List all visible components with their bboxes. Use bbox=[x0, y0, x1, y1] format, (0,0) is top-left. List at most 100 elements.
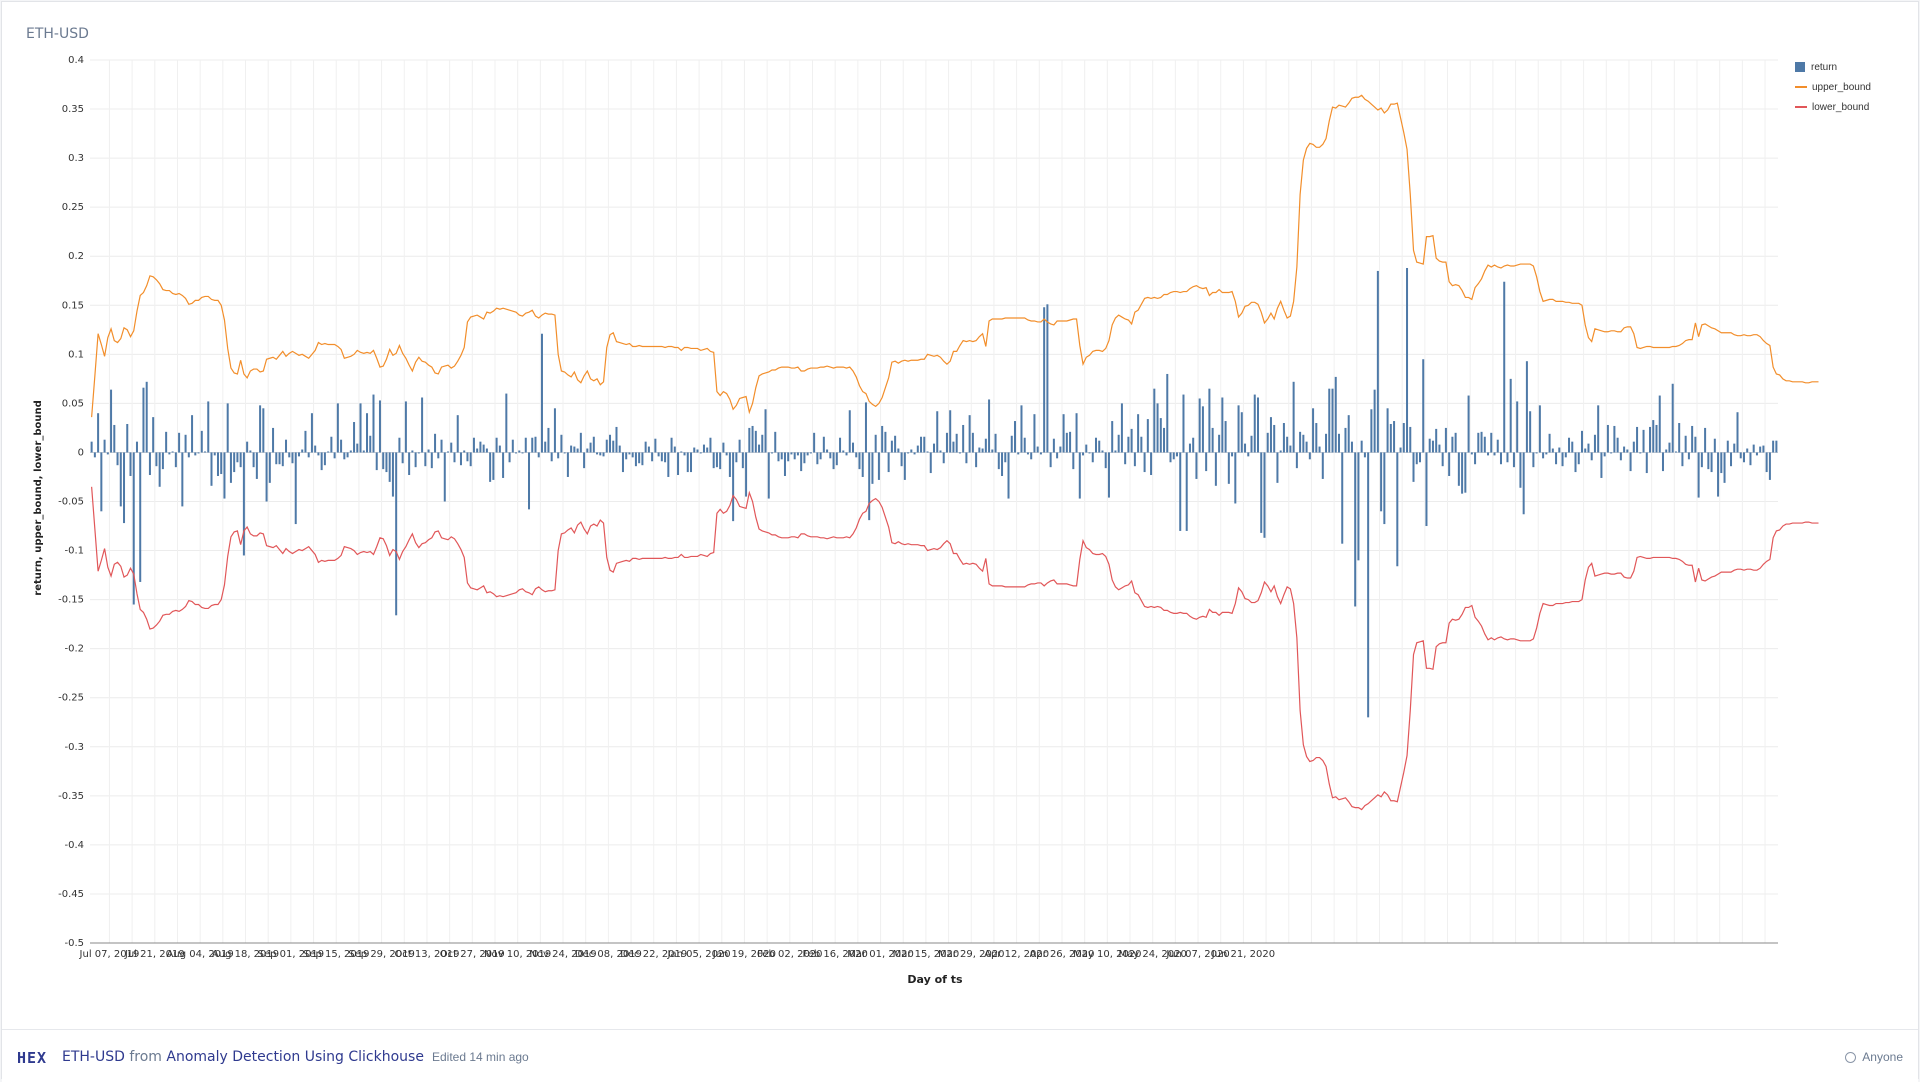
return-bar bbox=[246, 441, 249, 453]
return-bar bbox=[1584, 448, 1587, 453]
return-bar bbox=[272, 427, 275, 453]
return-bar bbox=[408, 452, 411, 476]
return-bar bbox=[1422, 359, 1425, 453]
hex-logo[interactable]: HEX bbox=[17, 1049, 47, 1067]
return-bar bbox=[829, 452, 832, 459]
return-bar bbox=[1150, 452, 1153, 476]
return-bar bbox=[1652, 420, 1655, 453]
return-bar bbox=[962, 424, 965, 453]
return-bar bbox=[621, 452, 624, 473]
legend-item-return[interactable]: return bbox=[1795, 57, 1871, 77]
return-bar bbox=[1636, 426, 1639, 453]
return-bar bbox=[1231, 452, 1234, 457]
return-bar bbox=[1159, 418, 1162, 453]
return-bar bbox=[758, 444, 761, 453]
return-bar bbox=[1289, 445, 1292, 453]
return-bar bbox=[1360, 440, 1363, 453]
return-bar bbox=[1548, 433, 1551, 453]
return-bar bbox=[1441, 452, 1444, 467]
return-bar bbox=[233, 452, 236, 473]
return-bar bbox=[1234, 452, 1237, 504]
y-tick-label: -0.35 bbox=[58, 791, 84, 802]
return-bar bbox=[547, 427, 550, 453]
return-bar bbox=[1292, 381, 1295, 453]
sharing-status[interactable]: Anyone bbox=[1845, 1050, 1903, 1064]
return-bar bbox=[1357, 452, 1360, 561]
return-bar bbox=[965, 452, 968, 464]
legend-item-upper-bound[interactable]: upper_bound bbox=[1795, 77, 1871, 97]
return-bar bbox=[1192, 437, 1195, 453]
return-bar bbox=[1619, 452, 1622, 461]
return-bar bbox=[1499, 452, 1502, 465]
return-bar bbox=[1555, 452, 1558, 465]
return-bar bbox=[932, 443, 936, 453]
return-bar bbox=[680, 451, 683, 453]
legend-swatch-lower-bound bbox=[1795, 106, 1807, 108]
return-bar bbox=[1691, 425, 1694, 453]
return-bar bbox=[1091, 452, 1094, 463]
return-bar bbox=[1723, 452, 1726, 483]
return-bar bbox=[453, 452, 456, 463]
return-bar bbox=[1593, 434, 1596, 453]
return-bar bbox=[187, 452, 190, 458]
return-bar bbox=[1305, 441, 1308, 453]
y-tick-label: 0.25 bbox=[62, 202, 84, 213]
y-tick-label: 0.2 bbox=[68, 251, 84, 262]
return-bar bbox=[871, 452, 874, 484]
return-bar bbox=[369, 435, 372, 453]
return-bar bbox=[1642, 429, 1645, 453]
return-bar bbox=[609, 434, 612, 453]
return-bar bbox=[482, 444, 485, 453]
return-bar bbox=[1198, 398, 1201, 453]
return-bar bbox=[297, 452, 300, 457]
return-bar bbox=[1276, 452, 1279, 483]
return-bar bbox=[1674, 451, 1677, 453]
return-bar bbox=[796, 452, 799, 456]
project-link[interactable]: Anomaly Detection Using Clickhouse bbox=[166, 1049, 424, 1065]
return-bar bbox=[281, 452, 284, 467]
return-bar bbox=[1506, 452, 1509, 463]
return-bar bbox=[1201, 406, 1204, 453]
return-bar bbox=[1367, 452, 1370, 718]
return-bar bbox=[401, 452, 404, 464]
return-bar bbox=[576, 448, 579, 453]
return-bar bbox=[1331, 388, 1334, 453]
chart[interactable]: 0.4 0.35 0.3 0.25 0.2 0.15 0.1 0.05 0 -0.05 -0.1 -0… bbox=[2, 2, 1920, 1028]
return-bar bbox=[770, 452, 774, 454]
legend-item-lower-bound[interactable]: lower_bound bbox=[1795, 97, 1871, 117]
return-bar bbox=[1746, 448, 1749, 453]
return-bar bbox=[424, 452, 427, 467]
return-bar bbox=[1137, 414, 1140, 453]
return-bar bbox=[155, 452, 158, 467]
return-bar bbox=[404, 401, 407, 453]
return-bar bbox=[301, 449, 304, 453]
app-title[interactable]: ETH-USD bbox=[62, 1049, 125, 1065]
return-bar bbox=[654, 438, 657, 453]
return-bar bbox=[1454, 432, 1457, 453]
return-bar bbox=[1681, 452, 1684, 467]
return-bar bbox=[1431, 440, 1434, 453]
return-bar bbox=[1720, 452, 1723, 474]
return-bar bbox=[699, 452, 702, 454]
return-bar bbox=[618, 445, 621, 453]
return-bar bbox=[220, 452, 223, 475]
return-bar bbox=[1516, 401, 1519, 453]
return-bar bbox=[647, 446, 650, 453]
return-bar bbox=[1574, 452, 1577, 473]
return-bar bbox=[1224, 421, 1227, 453]
return-bar bbox=[641, 452, 644, 466]
return-bar bbox=[868, 452, 871, 521]
footer: HEX ETH-USD from Anomaly Detection Using… bbox=[2, 1029, 1918, 1082]
y-tick-label: -0.3 bbox=[64, 742, 84, 753]
return-bar bbox=[670, 437, 673, 453]
return-bar bbox=[1124, 452, 1127, 465]
legend: return upper_bound lower_bound bbox=[1795, 57, 1871, 117]
return-bar bbox=[1610, 452, 1613, 454]
return-bar bbox=[751, 425, 754, 453]
return-bar bbox=[586, 448, 589, 453]
return-bar bbox=[236, 452, 239, 463]
return-bar bbox=[1056, 452, 1059, 459]
return-bar bbox=[242, 452, 245, 556]
return-bar bbox=[1169, 452, 1172, 463]
return-bar bbox=[842, 450, 845, 453]
